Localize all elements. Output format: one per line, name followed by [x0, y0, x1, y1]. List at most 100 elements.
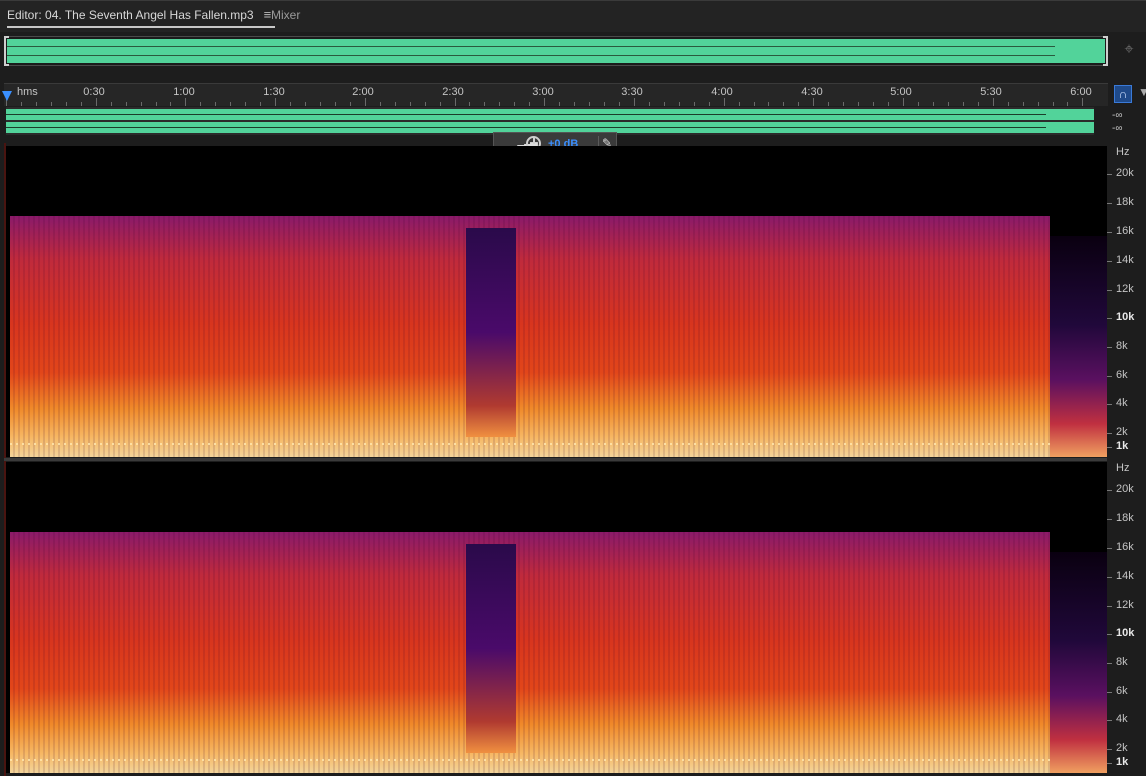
freq-axis-right-label: 2k — [1116, 742, 1128, 754]
ruler-tick — [604, 102, 605, 106]
freq-axis-left-tick — [1107, 203, 1112, 204]
freq-axis-left-label: 1k — [1116, 440, 1129, 452]
freq-axis-left-label: 4k — [1116, 397, 1128, 409]
ruler-tick — [962, 102, 964, 106]
freq-axis-left-tick — [1107, 232, 1112, 233]
ruler-tick — [110, 102, 112, 106]
playhead-marker[interactable] — [2, 91, 12, 101]
freq-axis-right-tick — [1107, 548, 1112, 549]
freq-axis-left-tick — [1107, 447, 1112, 448]
timeline-ruler[interactable]: hms 0:30 1:00 1:30 2:00 2:30 3:00 3:30 4… — [4, 83, 1108, 106]
overview-range-end-handle[interactable] — [1103, 36, 1108, 66]
ruler-tick — [454, 98, 456, 106]
ruler-tick — [992, 98, 994, 106]
overview-range-start-handle[interactable] — [4, 36, 9, 66]
ruler-tick — [334, 102, 336, 106]
freq-axis-right-label: 1k — [1116, 756, 1129, 768]
ruler-tick — [828, 102, 830, 106]
ruler-tick-label: 2:00 — [352, 86, 374, 98]
overview-waveform[interactable] — [4, 36, 1108, 66]
tab-editor-label: Editor: 04. The Seventh Angel Has Fallen… — [7, 8, 254, 22]
spectrogram-quiet-section — [466, 544, 516, 753]
ruler-tick — [65, 102, 67, 106]
tab-editor[interactable]: Editor: 04. The Seventh Angel Has Fallen… — [7, 8, 276, 28]
overview-channel-left — [7, 46, 1055, 47]
ruler-tick-label: 4:00 — [711, 86, 733, 98]
ruler-tick — [544, 98, 546, 106]
ruler-tick — [185, 98, 187, 106]
snap-magnet-button[interactable]: ∩ — [1114, 85, 1132, 103]
freq-axis-left-tick — [1107, 290, 1112, 291]
ruler-tick-label: 1:00 — [173, 86, 195, 98]
ruler-tick — [559, 102, 561, 106]
freq-axis-right-tick — [1107, 720, 1112, 721]
ruler-tick — [977, 102, 979, 106]
ruler-tick — [574, 102, 576, 106]
freq-axis-left-tick — [1107, 433, 1112, 434]
freq-axis-right-tick — [1107, 606, 1112, 607]
ruler-tick — [484, 102, 486, 106]
ruler-tick — [379, 102, 381, 106]
meter-right-value: -∞ — [1112, 123, 1123, 134]
freq-axis-right-tick — [1107, 634, 1112, 635]
frequency-axis-right-channel: Hz 20k 18k 16k 14k 12k 10k 8k 6k 4k 2k 1k — [1107, 459, 1146, 776]
ruler-tick — [230, 102, 232, 106]
ruler-tick — [215, 102, 217, 106]
ruler-tick — [424, 102, 426, 106]
freq-axis-right-label: 10k — [1116, 627, 1135, 639]
ruler-tick — [305, 102, 306, 106]
ruler-tick — [858, 102, 860, 106]
freq-axis-left-label: 2k — [1116, 426, 1128, 438]
ruler-tick — [1082, 98, 1084, 106]
ruler-tick — [663, 102, 665, 106]
waveform-strip[interactable] — [6, 107, 1094, 135]
ruler-tick — [618, 102, 620, 106]
ruler-tick — [80, 102, 82, 106]
freq-axis-left-label: 8k — [1116, 340, 1128, 352]
freq-axis-right-tick — [1107, 763, 1112, 764]
ruler-tick — [155, 102, 157, 106]
freq-axis-left-label: 18k — [1116, 196, 1134, 208]
ruler-tick — [319, 102, 321, 106]
freq-axis-left-label: 16k — [1116, 225, 1134, 237]
ruler-tick — [917, 102, 919, 106]
freq-axis-left-label: 6k — [1116, 369, 1128, 381]
frequency-axis-left-channel: Hz 20k 18k 16k 14k 12k 10k 8k 6k 4k 2k 1k — [1107, 143, 1146, 459]
freq-axis-right-unit-label: Hz — [1116, 462, 1130, 474]
ruler-tick — [633, 98, 635, 106]
spectrogram-energy — [10, 216, 1050, 457]
overview-channel-right — [7, 55, 1055, 56]
freq-axis-left-tick — [1107, 347, 1112, 348]
ruler-tick — [499, 102, 501, 106]
ruler-tick — [1022, 102, 1024, 106]
ruler-tick — [290, 102, 292, 106]
freq-axis-right-label: 4k — [1116, 713, 1128, 725]
ruler-tick — [903, 98, 904, 106]
spectral-display-right-channel[interactable] — [6, 462, 1107, 773]
freq-axis-left-label: 10k — [1116, 311, 1135, 323]
freq-axis-right-tick — [1107, 749, 1112, 750]
ruler-tick — [708, 102, 710, 106]
freq-axis-left-tick — [1107, 404, 1112, 405]
spectral-display-left-channel[interactable] — [6, 146, 1107, 457]
freq-axis-right-label: 6k — [1116, 685, 1128, 697]
freq-axis-right-tick — [1107, 577, 1112, 578]
freq-axis-right-label: 14k — [1116, 570, 1134, 582]
tab-mixer[interactable]: Mixer — [271, 8, 300, 26]
ruler-tick — [813, 98, 815, 106]
spectrogram-low-band — [10, 443, 1050, 445]
ruler-tick — [260, 102, 262, 106]
freq-axis-right-label: 8k — [1116, 656, 1128, 668]
ruler-tick — [275, 98, 277, 106]
ruler-tick-label: 3:30 — [621, 86, 643, 98]
ruler-tick — [439, 102, 441, 106]
marker-flag-icon[interactable]: ▼ — [1138, 85, 1146, 99]
ruler-tick — [364, 98, 366, 106]
ruler-tick — [798, 102, 800, 106]
overview-waveform-display — [7, 39, 1105, 63]
ruler-tick — [693, 102, 695, 106]
freq-axis-left-tick — [1107, 261, 1112, 262]
ruler-tick — [20, 102, 22, 106]
zoom-navigator-icon[interactable]: ⌖ — [1119, 40, 1139, 60]
ruler-tick — [932, 102, 934, 106]
